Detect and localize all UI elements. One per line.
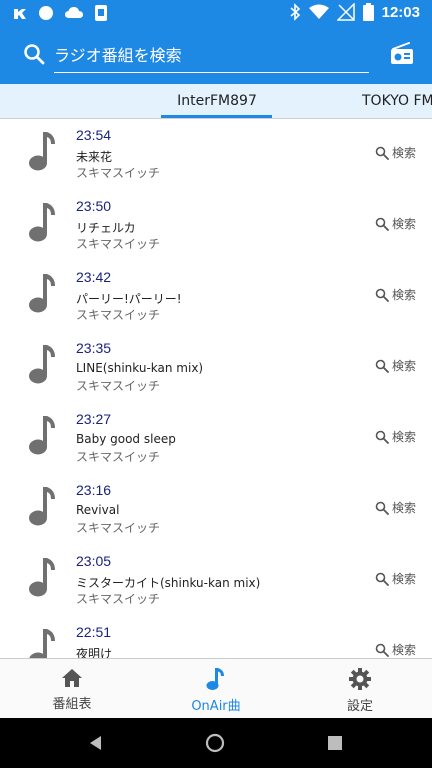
song-title: リチェルカ — [76, 221, 136, 235]
song-search-button[interactable]: 検索 — [375, 357, 416, 374]
back-icon[interactable] — [88, 735, 104, 751]
phone-icon — [95, 5, 107, 21]
wifi-icon — [308, 4, 329, 19]
search-icon — [375, 146, 389, 160]
song-artist: スキマスイッチ — [76, 521, 161, 535]
song-artist: スキマスイッチ — [76, 237, 161, 251]
song-artist: スキマスイッチ — [76, 592, 161, 606]
song-title: パーリー!パーリー! — [76, 292, 182, 306]
status-time: 12:03 — [381, 3, 420, 21]
music-note-icon — [29, 345, 55, 384]
song-search-label: 検索 — [391, 501, 416, 515]
song-search-label: 検索 — [391, 217, 416, 231]
system-navigation-bar — [0, 718, 432, 768]
song-row[interactable]: 23:35 LINE(shinku-kan mix) スキマスイッチ 検索 — [0, 331, 432, 402]
song-time: 23:05 — [76, 553, 112, 569]
search-icon — [375, 288, 389, 302]
song-title: ミスターカイト(shinku-kan mix) — [76, 576, 261, 590]
nav-label-onair-songs: OnAir曲 — [191, 699, 241, 714]
home-icon — [62, 669, 82, 687]
gear-icon — [349, 668, 371, 690]
song-row[interactable]: 23:05 ミスターカイト(shinku-kan mix) スキマスイッチ 検索 — [0, 544, 432, 615]
onair-song-list[interactable]: 23:54 未来花 スキマスイッチ 検索 23:50 リチェルカ スキマスイッチ… — [0, 118, 432, 658]
song-row[interactable]: 23:54 未来花 スキマスイッチ 検索 — [0, 118, 432, 189]
circle-app-icon — [39, 6, 53, 20]
song-search-label: 検索 — [391, 430, 416, 444]
search-icon[interactable] — [22, 42, 46, 66]
cloud-icon — [65, 7, 83, 18]
song-search-label: 検索 — [391, 146, 416, 160]
song-title: Baby good sleep — [76, 432, 176, 446]
app-bar — [0, 26, 432, 84]
song-search-label: 検索 — [391, 359, 416, 373]
music-note-icon — [29, 274, 55, 313]
song-time: 23:16 — [76, 482, 112, 498]
music-note-icon — [29, 487, 55, 526]
recording-icon — [14, 9, 26, 19]
song-search-button[interactable]: 検索 — [375, 570, 416, 587]
music-note-icon — [29, 203, 55, 242]
search-icon — [375, 217, 389, 231]
song-search-button[interactable]: 検索 — [375, 428, 416, 445]
song-row[interactable]: 22:51 夜明け 検索 — [0, 615, 432, 658]
song-time: 22:51 — [76, 624, 112, 640]
recents-icon[interactable] — [328, 736, 342, 750]
song-title: LINE(shinku-kan mix) — [76, 361, 204, 375]
song-artist: スキマスイッチ — [76, 166, 161, 180]
search-icon — [375, 572, 389, 586]
song-time: 23:42 — [76, 269, 112, 285]
music-note-icon — [29, 132, 55, 171]
song-search-button[interactable]: 検索 — [375, 215, 416, 232]
home-button-icon[interactable] — [205, 733, 225, 753]
battery-icon — [362, 3, 374, 21]
bottom-navigation: 番組表 OnAir曲 設定 — [0, 658, 432, 719]
station-tabs: InterFM897 TOKYO FM — [0, 84, 432, 119]
song-search-button[interactable]: 検索 — [375, 641, 416, 658]
song-search-button[interactable]: 検索 — [375, 499, 416, 516]
no-signal-icon — [336, 3, 355, 21]
song-search-label: 検索 — [391, 643, 416, 657]
search-input[interactable] — [54, 42, 369, 73]
status-bar: 12:03 — [0, 0, 432, 26]
status-bar-system: 12:03 — [289, 3, 420, 21]
music-note-icon — [206, 668, 224, 690]
search-icon — [375, 359, 389, 373]
song-time: 23:54 — [76, 127, 112, 143]
nav-item-program-guide[interactable]: 番組表 — [0, 667, 144, 712]
song-search-label: 検索 — [391, 288, 416, 302]
song-time: 23:27 — [76, 411, 112, 427]
song-time: 23:35 — [76, 340, 112, 356]
music-note-icon — [29, 558, 55, 597]
song-search-button[interactable]: 検索 — [375, 286, 416, 303]
song-title: 夜明け — [76, 647, 113, 658]
status-bar-notifications — [12, 4, 108, 22]
radio-icon[interactable] — [388, 40, 416, 68]
song-row[interactable]: 23:27 Baby good sleep スキマスイッチ 検索 — [0, 402, 432, 473]
song-row[interactable]: 23:16 Revival スキマスイッチ 検索 — [0, 473, 432, 544]
search-icon — [375, 643, 389, 657]
search-icon — [375, 501, 389, 515]
music-note-icon — [29, 416, 55, 455]
song-row[interactable]: 23:42 パーリー!パーリー! スキマスイッチ 検索 — [0, 260, 432, 331]
bluetooth-icon — [290, 3, 300, 21]
nav-item-settings[interactable]: 設定 — [288, 667, 432, 714]
song-title: Revival — [76, 503, 120, 517]
song-artist: スキマスイッチ — [76, 308, 161, 322]
song-title: 未来花 — [76, 150, 113, 164]
song-artist: スキマスイッチ — [76, 450, 161, 464]
nav-label-program-guide: 番組表 — [52, 697, 92, 712]
song-row[interactable]: 23:50 リチェルカ スキマスイッチ 検索 — [0, 189, 432, 260]
tab-tokyo-fm[interactable]: TOKYO FM — [362, 93, 432, 109]
nav-label-settings: 設定 — [346, 699, 373, 714]
song-time: 23:50 — [76, 198, 112, 214]
song-search-label: 検索 — [391, 572, 416, 586]
search-icon — [375, 430, 389, 444]
music-note-icon — [29, 629, 55, 658]
song-artist: スキマスイッチ — [76, 379, 161, 393]
nav-item-onair-songs[interactable]: OnAir曲 — [144, 667, 288, 714]
tab-interfm897[interactable]: InterFM897 — [162, 93, 272, 109]
song-search-button[interactable]: 検索 — [375, 144, 416, 161]
